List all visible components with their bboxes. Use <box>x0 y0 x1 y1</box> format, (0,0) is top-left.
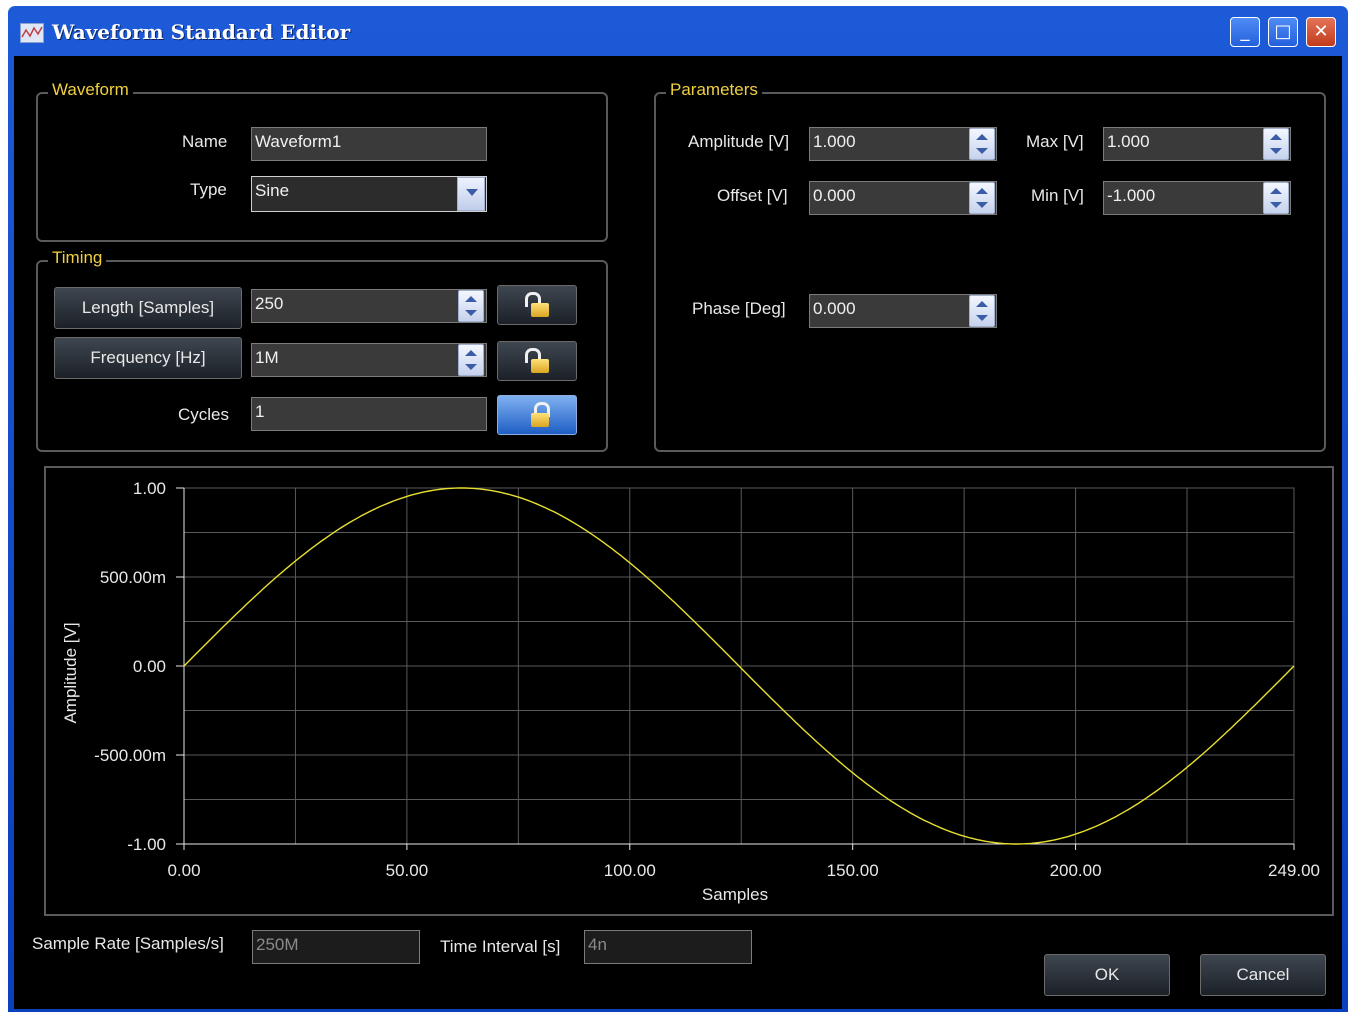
axis-ticks: 0.00 50.00 100.00 150.00 200.00 249.00 1.00 500… <box>94 479 1320 880</box>
sample-rate-field: 250M <box>252 930 420 964</box>
title-bar[interactable]: Waveform Standard Editor _ □ ✕ <box>8 6 1348 56</box>
phase-spinner[interactable] <box>969 295 995 327</box>
y-tick-label: 0.00 <box>133 657 166 676</box>
editor-window: Waveform Standard Editor _ □ ✕ Waveform … <box>8 6 1348 1012</box>
x-tick-label: 50.00 <box>386 861 429 880</box>
y-tick-label: -1.00 <box>127 835 166 854</box>
phase-label: Phase [Deg] <box>692 299 786 318</box>
parameters-legend: Parameters <box>666 80 762 100</box>
x-tick-label: 100.00 <box>604 861 656 880</box>
client-area: Waveform Name Waveform1 Type Sine Timing… <box>14 56 1342 1009</box>
cycles-lock-button[interactable] <box>497 395 577 435</box>
length-samples-button[interactable]: Length [Samples] <box>54 287 242 329</box>
time-interval-field: 4n <box>584 930 752 964</box>
min-label: Min [V] <box>1031 186 1084 205</box>
cycles-label: Cycles <box>178 405 230 424</box>
y-axis-label: Amplitude [V] <box>61 622 80 723</box>
amplitude-spinner[interactable] <box>969 128 995 160</box>
type-select[interactable]: Sine <box>251 176 487 212</box>
y-tick-label: 1.00 <box>133 479 166 498</box>
cancel-button[interactable]: Cancel <box>1200 954 1326 996</box>
x-tick-label: 0.00 <box>167 861 200 880</box>
timing-legend: Timing <box>48 248 107 268</box>
frequency-spinner[interactable] <box>458 344 484 376</box>
parameters-group: Parameters Amplitude [V] 1.000 Offset [V… <box>654 80 1326 452</box>
minimize-button[interactable]: _ <box>1230 17 1260 47</box>
frequency-hz-button[interactable]: Frequency [Hz] <box>54 337 242 379</box>
window-title: Waveform Standard Editor <box>52 20 351 44</box>
y-tick-label: 500.00m <box>100 568 166 587</box>
x-tick-label: 150.00 <box>827 861 879 880</box>
length-lock-button[interactable] <box>497 285 577 325</box>
close-button[interactable]: ✕ <box>1306 17 1336 47</box>
offset-spinner[interactable] <box>969 182 995 214</box>
chevron-down-icon <box>466 189 478 196</box>
x-axis-label: Samples <box>702 885 768 904</box>
y-tick-label: -500.00m <box>94 746 166 765</box>
waveform-plot: 0.00 50.00 100.00 150.00 200.00 249.00 1.00 500… <box>44 466 1334 916</box>
waveform-legend: Waveform <box>48 80 133 100</box>
sample-rate-label: Sample Rate [Samples/s] <box>32 934 224 953</box>
min-spinner[interactable] <box>1263 182 1289 214</box>
length-input[interactable]: 250 <box>251 289 487 323</box>
waveform-chart: 0.00 50.00 100.00 150.00 200.00 249.00 1.00 500… <box>61 479 1320 904</box>
frequency-lock-button[interactable] <box>497 341 577 381</box>
x-tick-label: 249.00 <box>1268 861 1320 880</box>
name-label: Name <box>182 132 228 151</box>
timing-group: Timing Length [Samples] 250 Frequency [H… <box>36 248 608 452</box>
name-input[interactable]: Waveform1 <box>251 127 487 161</box>
type-label: Type <box>190 180 227 199</box>
frequency-input[interactable]: 1M <box>251 343 487 377</box>
max-spinner[interactable] <box>1263 128 1289 160</box>
time-interval-label: Time Interval [s] <box>440 937 561 956</box>
maximize-button[interactable]: □ <box>1268 17 1298 47</box>
waveform-group: Waveform Name Waveform1 Type Sine <box>36 80 608 242</box>
amplitude-label: Amplitude [V] <box>688 132 790 151</box>
offset-label: Offset [V] <box>717 186 788 205</box>
ok-button[interactable]: OK <box>1044 954 1170 996</box>
type-dropdown-button[interactable] <box>457 177 485 211</box>
cycles-input[interactable]: 1 <box>251 397 487 431</box>
x-tick-label: 200.00 <box>1050 861 1102 880</box>
waveform-app-icon <box>20 23 44 43</box>
max-label: Max [V] <box>1026 132 1084 151</box>
length-spinner[interactable] <box>458 290 484 322</box>
